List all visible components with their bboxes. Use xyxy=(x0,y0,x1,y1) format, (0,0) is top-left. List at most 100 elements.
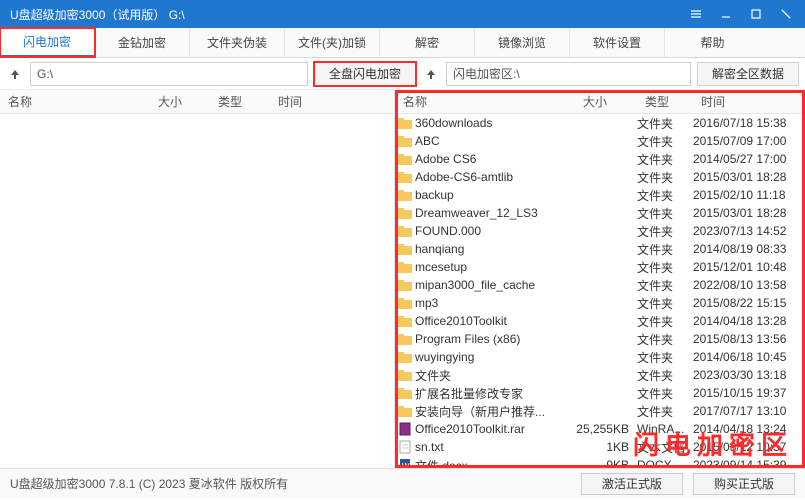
file-time: 2015/03/01 18:28 xyxy=(693,170,803,184)
file-name: mp3 xyxy=(413,296,575,310)
left-path-input[interactable]: G:\ xyxy=(30,62,308,86)
header-type[interactable]: 类型 xyxy=(210,90,270,113)
list-item[interactable]: mipan3000_file_cache文件夹2022/08/10 13:58 xyxy=(395,276,805,294)
file-type: DOCX ... xyxy=(637,458,693,468)
up-arrow-icon[interactable] xyxy=(422,65,440,83)
list-item[interactable]: Adobe CS6文件夹2014/05/27 17:00 xyxy=(395,150,805,168)
list-item[interactable]: Adobe-CS6-amtlib文件夹2015/03/01 18:28 xyxy=(395,168,805,186)
close-icon[interactable] xyxy=(771,0,801,28)
folder-icon xyxy=(397,315,413,327)
file-type: 文件夹 xyxy=(637,151,693,168)
tab-3[interactable]: 文件(夹)加锁 xyxy=(285,28,380,57)
file-time: 2014/04/18 13:24 xyxy=(693,422,803,436)
header-time[interactable]: 时间 xyxy=(270,90,394,113)
file-name: Office2010Toolkit xyxy=(413,314,575,328)
rar-icon xyxy=(397,422,413,436)
folder-icon xyxy=(397,261,413,273)
docx-icon: W xyxy=(397,458,413,468)
file-name: 扩展名批量修改专家 xyxy=(413,385,575,402)
folder-icon xyxy=(397,369,413,381)
file-name: Adobe-CS6-amtlib xyxy=(413,170,575,184)
header-time[interactable]: 时间 xyxy=(693,90,805,113)
folder-icon xyxy=(397,153,413,165)
up-arrow-icon[interactable] xyxy=(6,65,24,83)
list-item[interactable]: wuyingying文件夹2014/06/18 10:45 xyxy=(395,348,805,366)
file-time: 2015/12/01 10:48 xyxy=(693,260,803,274)
list-item[interactable]: FOUND.000文件夹2023/07/13 14:52 xyxy=(395,222,805,240)
file-time: 2014/05/27 17:00 xyxy=(693,152,803,166)
file-type: 文件夹 xyxy=(637,367,693,384)
file-name: ABC xyxy=(413,134,575,148)
list-item[interactable]: 安装向导（新用户推荐...文件夹2017/07/17 13:10 xyxy=(395,402,805,420)
list-item[interactable]: 文件夹文件夹2023/03/30 13:18 xyxy=(395,366,805,384)
file-name: 文件夹 xyxy=(413,367,575,384)
main-columns: 名称 大小 类型 时间 名称 大小 类型 时间 360downloads文件夹2… xyxy=(0,90,805,468)
file-type: 文件夹 xyxy=(637,403,693,420)
list-item[interactable]: W文件.docx9KBDOCX ...2023/09/14 15:39 xyxy=(395,456,805,468)
tab-0[interactable]: 闪电加密 xyxy=(0,28,95,57)
buy-button[interactable]: 购买正式版 xyxy=(693,473,795,495)
tab-2[interactable]: 文件夹伪装 xyxy=(190,28,285,57)
left-panel: 名称 大小 类型 时间 xyxy=(0,90,395,468)
folder-icon xyxy=(397,297,413,309)
header-size[interactable]: 大小 xyxy=(575,90,637,113)
file-name: mipan3000_file_cache xyxy=(413,278,575,292)
list-item[interactable]: Office2010Toolkit文件夹2014/04/18 13:28 xyxy=(395,312,805,330)
file-type: 文件夹 xyxy=(637,385,693,402)
header-name[interactable]: 名称 xyxy=(395,90,575,113)
right-highlight-box: 名称 大小 类型 时间 360downloads文件夹2016/07/18 15… xyxy=(395,90,805,468)
file-time: 2014/08/19 08:33 xyxy=(693,242,803,256)
file-size: 1KB xyxy=(575,440,637,454)
file-type: 文件夹 xyxy=(637,133,693,150)
file-name: sn.txt xyxy=(413,440,575,454)
header-type[interactable]: 类型 xyxy=(637,90,693,113)
activate-button[interactable]: 激活正式版 xyxy=(581,473,683,495)
file-name: 文件.docx xyxy=(413,457,575,469)
file-time: 2023/07/13 14:52 xyxy=(693,224,803,238)
right-path-input[interactable]: 闪电加密区:\ xyxy=(446,62,691,86)
tab-5[interactable]: 镜像浏览 xyxy=(475,28,570,57)
right-list-body[interactable]: 360downloads文件夹2016/07/18 15:38ABC文件夹201… xyxy=(395,114,805,468)
tab-1[interactable]: 金钻加密 xyxy=(95,28,190,57)
file-type: 文件夹 xyxy=(637,187,693,204)
list-item[interactable]: Dreamweaver_12_LS3文件夹2015/03/01 18:28 xyxy=(395,204,805,222)
left-list-body[interactable] xyxy=(0,114,394,468)
header-name[interactable]: 名称 xyxy=(0,90,150,113)
file-type: 文件夹 xyxy=(637,115,693,132)
txt-icon xyxy=(397,440,413,454)
list-item[interactable]: 360downloads文件夹2016/07/18 15:38 xyxy=(395,114,805,132)
list-item[interactable]: ABC 文件夹2015/07/09 17:00 xyxy=(395,132,805,150)
folder-icon xyxy=(397,117,413,129)
file-time: 2016/07/18 15:38 xyxy=(693,116,803,130)
file-type: 文件夹 xyxy=(637,259,693,276)
list-item[interactable]: backup文件夹2015/02/10 11:18 xyxy=(395,186,805,204)
folder-icon xyxy=(397,135,413,147)
menu-icon[interactable] xyxy=(681,0,711,28)
list-item[interactable]: hanqiang文件夹2014/08/19 08:33 xyxy=(395,240,805,258)
list-item[interactable]: sn.txt1KB文本文档2015/03/12 10:57 xyxy=(395,438,805,456)
file-time: 2023/03/30 13:18 xyxy=(693,368,803,382)
file-size: 9KB xyxy=(575,458,637,468)
folder-icon xyxy=(397,279,413,291)
list-item[interactable]: mcesetup文件夹2015/12/01 10:48 xyxy=(395,258,805,276)
tab-6[interactable]: 软件设置 xyxy=(570,28,665,57)
folder-icon xyxy=(397,387,413,399)
encrypt-all-button[interactable]: 全盘闪电加密 xyxy=(314,62,416,86)
tab-7[interactable]: 帮助 xyxy=(665,28,760,57)
list-item[interactable]: Office2010Toolkit.rar25,255KBWinRA...201… xyxy=(395,420,805,438)
maximize-icon[interactable] xyxy=(741,0,771,28)
header-size[interactable]: 大小 xyxy=(150,90,210,113)
list-item[interactable]: mp3文件夹2015/08/22 15:15 xyxy=(395,294,805,312)
folder-icon xyxy=(397,189,413,201)
file-time: 2015/07/09 17:00 xyxy=(693,134,803,148)
file-name: FOUND.000 xyxy=(413,224,575,238)
folder-icon xyxy=(397,171,413,183)
folder-icon xyxy=(397,405,413,417)
file-name: Program Files (x86) xyxy=(413,332,575,346)
decrypt-all-button[interactable]: 解密全区数据 xyxy=(697,62,799,86)
folder-icon xyxy=(397,351,413,363)
tab-4[interactable]: 解密 xyxy=(380,28,475,57)
list-item[interactable]: 扩展名批量修改专家文件夹2015/10/15 19:37 xyxy=(395,384,805,402)
list-item[interactable]: Program Files (x86)文件夹2015/08/13 13:56 xyxy=(395,330,805,348)
minimize-icon[interactable] xyxy=(711,0,741,28)
